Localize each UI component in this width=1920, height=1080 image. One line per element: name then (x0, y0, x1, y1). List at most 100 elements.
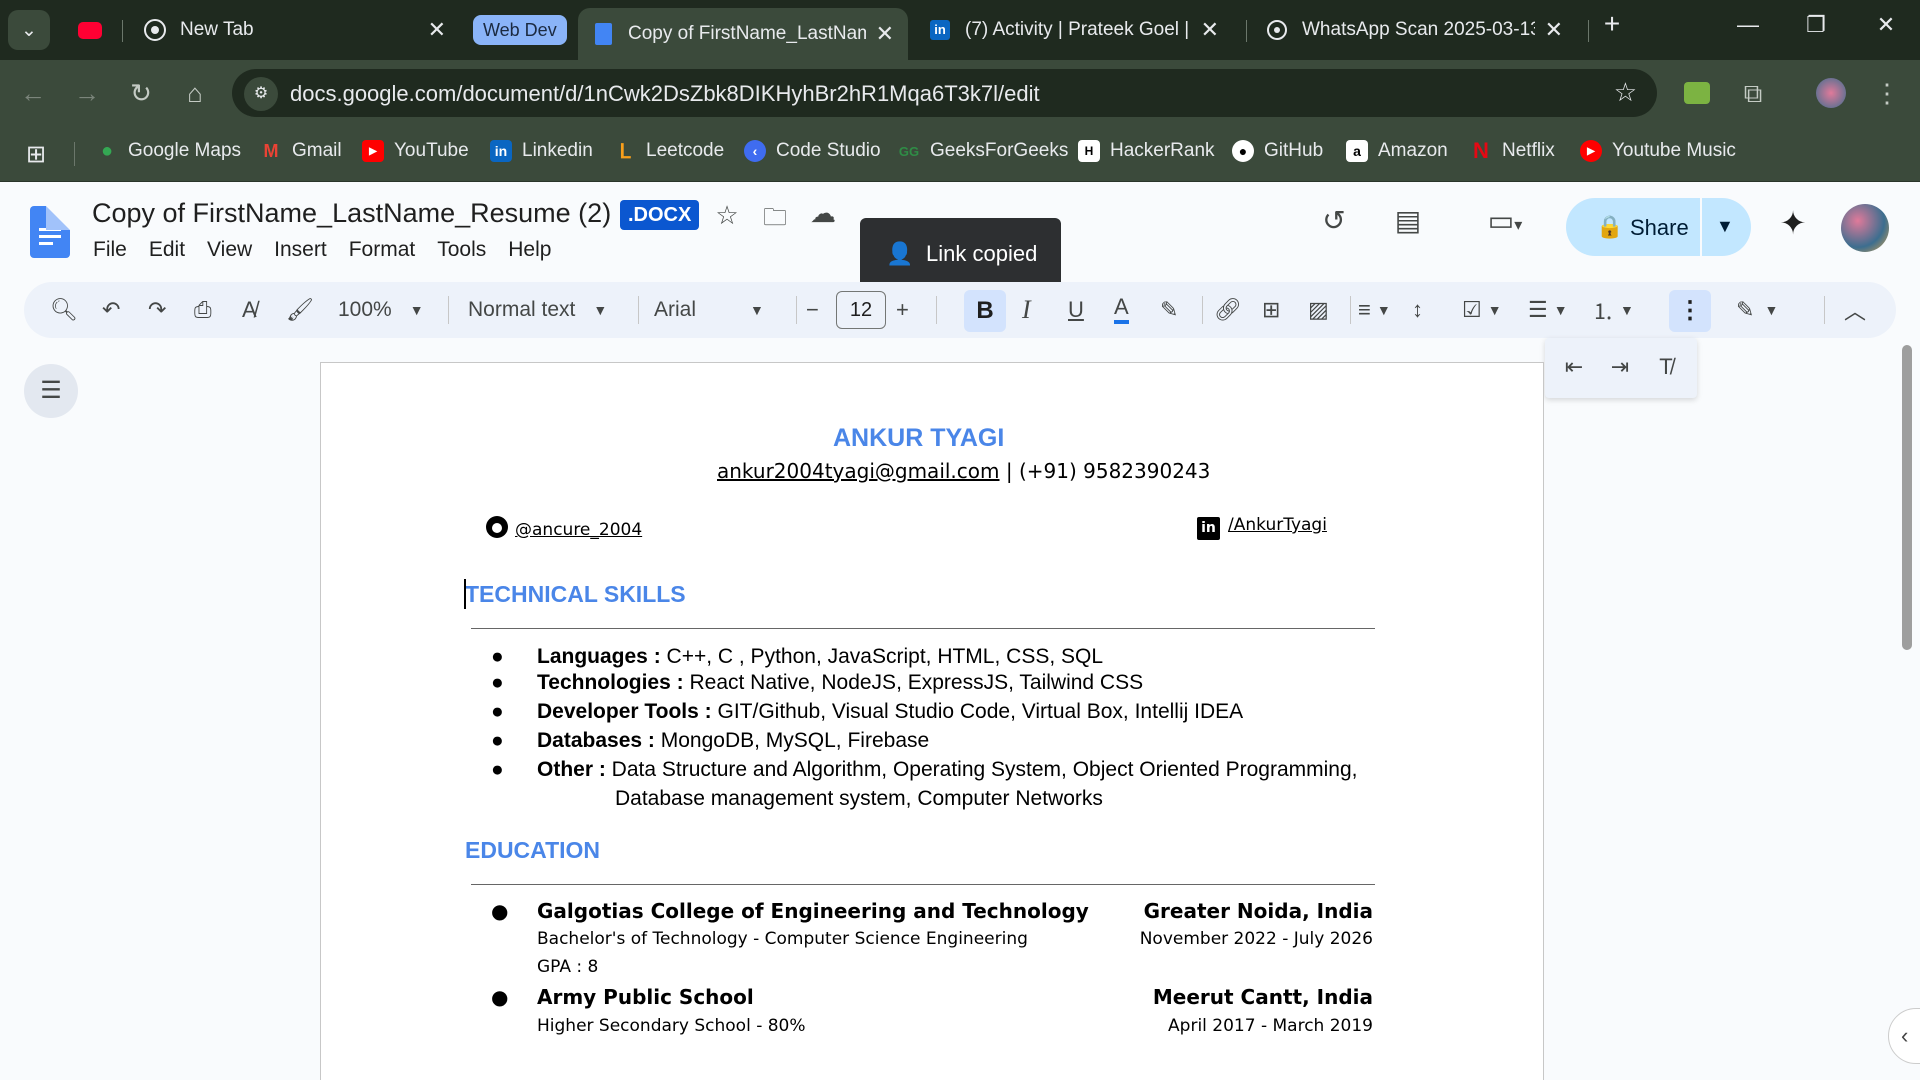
close-icon[interactable]: ✕ (1545, 17, 1563, 43)
insert-link-icon[interactable]: 🔗︎ (1214, 294, 1242, 326)
bookmark-google-maps[interactable]: ● Google Maps (96, 140, 241, 162)
avatar[interactable] (1841, 204, 1889, 252)
bookmark-star-icon[interactable]: ☆ (1614, 77, 1637, 108)
bookmark-amazon[interactable]: a Amazon (1346, 140, 1448, 162)
numbered-list-icon[interactable]: ⒈ ▼ (1592, 294, 1634, 326)
tab-linkedin[interactable]: in (7) Activity | Prateek Goel | LinkedI… (915, 8, 1233, 52)
star-icon[interactable]: ☆ (707, 200, 747, 231)
address-bar[interactable]: ⚙ docs.google.com/document/d/1nCwk2DsZbk… (232, 69, 1657, 117)
print-icon[interactable]: ⎙ (194, 294, 212, 326)
minimize-button[interactable]: — (1728, 12, 1768, 38)
meet-camera-icon[interactable]: ▭▾ (1470, 204, 1540, 237)
menu-edit[interactable]: Edit (149, 238, 185, 262)
youtube-icon (78, 21, 102, 39)
back-button[interactable]: ← (16, 76, 50, 110)
close-window-button[interactable]: ✕ (1866, 12, 1906, 38)
undo-icon[interactable]: ↶ (102, 294, 120, 326)
forward-button[interactable]: → (70, 76, 104, 110)
home-button[interactable]: ⌂ (178, 76, 212, 110)
netflix-icon: N (1473, 138, 1489, 163)
extensions-icon[interactable]: ⧉ (1736, 76, 1770, 110)
close-icon[interactable]: ✕ (428, 17, 446, 43)
checklist-icon[interactable]: ☑ ▼ (1462, 294, 1502, 326)
text-color-button[interactable]: A (1114, 294, 1129, 324)
chrome-menu-icon[interactable]: ⋮ (1870, 76, 1904, 110)
bookmark-youtube[interactable]: ▶ YouTube (362, 140, 469, 162)
insert-image-icon[interactable]: ▨ (1308, 294, 1329, 326)
new-tab-button[interactable]: + (1592, 8, 1632, 40)
version-history-icon[interactable]: ↺ (1314, 204, 1354, 237)
tab-whatsapp-scan[interactable]: WhatsApp Scan 2025-03-13 ✕ (1252, 8, 1577, 52)
tab-youtube-pinned[interactable] (70, 8, 110, 52)
linkedin-link[interactable]: /AnkurTyagi (1228, 515, 1327, 535)
spellcheck-icon[interactable]: A̸ (242, 294, 257, 326)
paint-format-icon[interactable]: 🖌︎ (286, 294, 314, 326)
tab-group-label[interactable]: Web Dev (473, 15, 567, 45)
bookmark-netflix[interactable]: N Netflix (1470, 138, 1555, 163)
more-options-icon[interactable]: ⋮ (1669, 290, 1711, 332)
decrease-font-size-button[interactable]: − (806, 294, 819, 326)
linkedin-handle: in/AnkurTyagi (1197, 515, 1327, 540)
collapse-menus-icon[interactable]: ︿ (1844, 294, 1866, 326)
bulleted-list-icon[interactable]: ☰ ▼ (1528, 294, 1568, 326)
menu-insert[interactable]: Insert (274, 238, 327, 262)
github-link[interactable]: @ancure_2004 (515, 520, 642, 540)
bookmark-youtube-music[interactable]: ▶ Youtube Music (1580, 140, 1736, 162)
profile-avatar[interactable] (1814, 76, 1848, 110)
underline-button[interactable]: U (1068, 294, 1084, 326)
redo-icon[interactable]: ↷ (148, 294, 166, 326)
document-page[interactable]: ANKUR TYAGI ankur2004tyagi@gmail.com | (… (320, 362, 1544, 1080)
move-folder-icon[interactable]: 🗀 (755, 200, 795, 241)
bookmark-gmail[interactable]: M Gmail (260, 140, 342, 162)
tab-search-button[interactable]: ⌄ (8, 10, 50, 50)
editing-mode-icon[interactable]: ✎ ▼ (1736, 294, 1778, 326)
close-icon[interactable]: ✕ (1201, 17, 1219, 43)
close-icon[interactable]: ✕ (876, 21, 894, 47)
bookmark-code-studio[interactable]: ‹ Code Studio (744, 140, 881, 162)
menu-view[interactable]: View (207, 238, 252, 262)
document-title[interactable]: Copy of FirstName_LastName_Resume (2) (92, 198, 611, 229)
side-panel-toggle[interactable]: ‹ (1888, 1008, 1920, 1064)
zoom-select[interactable]: 100% ▼ (338, 294, 424, 326)
font-size-input[interactable]: 12 (836, 291, 886, 329)
bold-button[interactable]: B (964, 290, 1006, 332)
tab-new-tab[interactable]: New Tab ✕ (130, 8, 460, 52)
tab-google-docs[interactable]: Copy of FirstName_LastName_Resume (2) ✕ (578, 8, 908, 60)
docs-logo-icon[interactable] (30, 206, 70, 258)
search-menus-icon[interactable]: 🔍︎ (50, 294, 78, 326)
bookmark-github[interactable]: ● GitHub (1232, 140, 1323, 162)
menu-file[interactable]: File (93, 238, 127, 262)
align-left-icon[interactable]: ≡ ▼ (1358, 294, 1391, 326)
docx-badge[interactable]: .DOCX (620, 200, 700, 230)
clear-formatting-icon[interactable]: T̸ (1651, 354, 1681, 380)
apps-grid-icon[interactable]: ⊞ (26, 140, 46, 169)
bookmark-linkedin[interactable]: in Linkedin (490, 140, 593, 162)
menu-tools[interactable]: Tools (437, 238, 486, 262)
vertical-scrollbar[interactable] (1902, 345, 1912, 650)
reload-button[interactable]: ↻ (124, 76, 158, 110)
add-comment-icon[interactable]: ⊞ (1262, 294, 1280, 326)
highlight-color-button[interactable]: ✎ (1160, 294, 1178, 326)
share-button[interactable]: 🔒 Share ▼ (1566, 198, 1751, 256)
share-dropdown-icon[interactable]: ▼ (1716, 216, 1734, 237)
document-outline-icon[interactable]: ☰ (24, 364, 78, 418)
menu-format[interactable]: Format (349, 238, 416, 262)
bookmark-leetcode[interactable]: ᒪ Leetcode (614, 140, 724, 163)
gemini-sparkle-icon[interactable]: ✦ (1773, 204, 1813, 242)
increase-font-size-button[interactable]: + (896, 294, 909, 326)
cloud-status-icon[interactable]: ☁ (803, 198, 843, 229)
decrease-indent-icon[interactable]: ⇤ (1559, 354, 1589, 380)
restore-button[interactable]: ❐ (1796, 12, 1836, 38)
email-link[interactable]: ankur2004tyagi@gmail.com (717, 459, 1000, 483)
menu-help[interactable]: Help (508, 238, 551, 262)
font-select[interactable]: Arial ▼ (654, 294, 764, 326)
increase-indent-icon[interactable]: ⇥ (1605, 354, 1635, 380)
site-settings-icon[interactable]: ⚙ (244, 77, 278, 111)
extension-green-icon[interactable] (1680, 76, 1714, 110)
paragraph-style-select[interactable]: Normal text ▼ (468, 294, 607, 326)
italic-button[interactable]: I (1022, 294, 1031, 326)
bookmark-geeksforgeeks[interactable]: GG GeeksForGeeks (898, 140, 1068, 162)
line-spacing-icon[interactable]: ↕ (1412, 294, 1423, 326)
bookmark-hackerrank[interactable]: H HackerRank (1078, 140, 1215, 162)
comments-icon[interactable]: ▤ (1388, 204, 1428, 237)
